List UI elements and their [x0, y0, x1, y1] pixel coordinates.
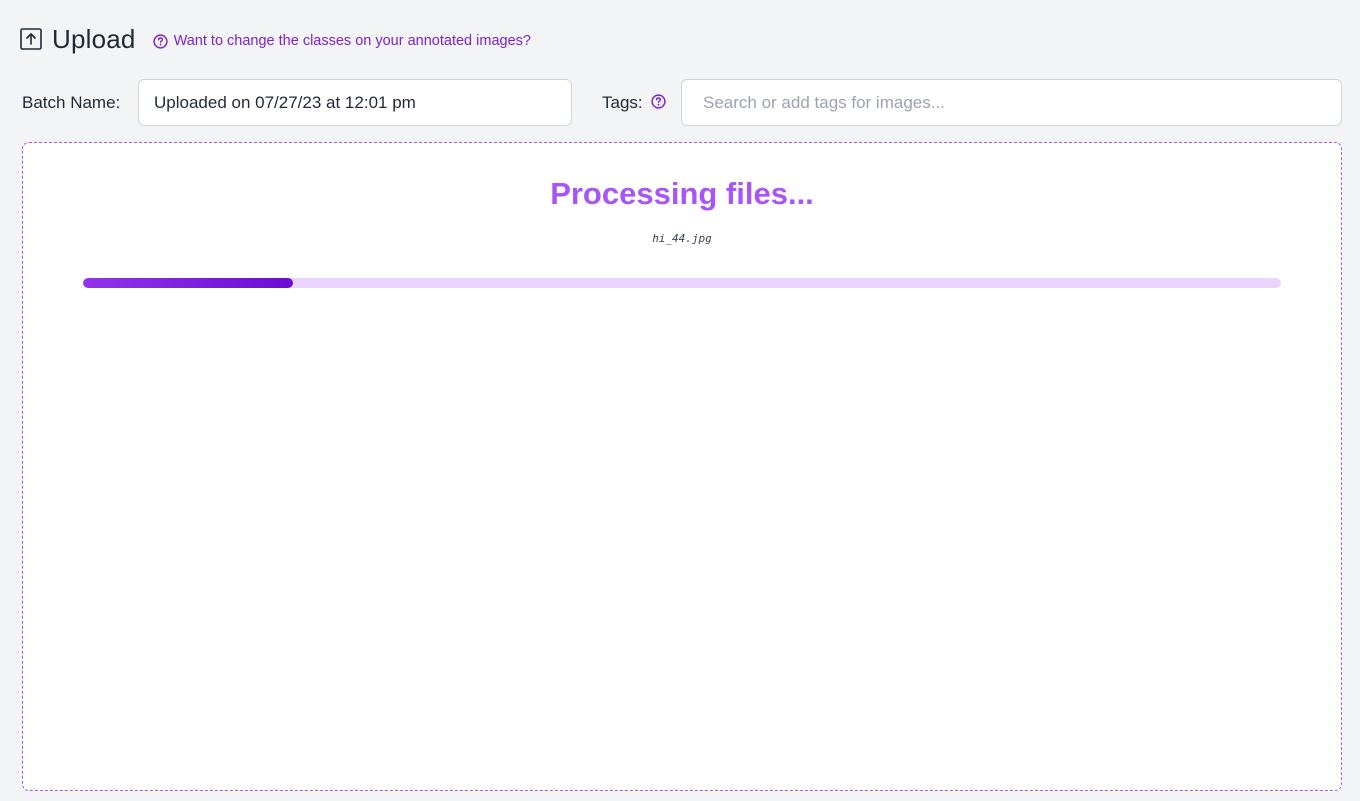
upload-form: Batch Name: Tags: [22, 79, 1342, 126]
processing-title: Processing files... [550, 176, 814, 211]
page-title: Upload [52, 23, 136, 54]
tags-input[interactable] [681, 79, 1342, 126]
upload-icon [20, 28, 42, 50]
tags-help-icon[interactable] [651, 94, 666, 109]
batch-name-label: Batch Name: [22, 93, 121, 112]
help-icon [152, 33, 168, 49]
progress-bar [83, 278, 1281, 288]
change-classes-help-link[interactable]: Want to change the classes on your annot… [152, 33, 531, 49]
tags-label: Tags: [602, 93, 643, 112]
current-file-name: hi_44.jpg [652, 232, 712, 245]
page-header: Upload Want to change the classes on you… [20, 22, 531, 56]
help-link-text: Want to change the classes on your annot… [173, 33, 531, 49]
progress-bar-fill [83, 278, 293, 288]
batch-name-input[interactable] [138, 79, 572, 126]
upload-dropzone[interactable]: Processing files... hi_44.jpg [22, 142, 1342, 791]
upload-page: Upload Want to change the classes on you… [0, 0, 1360, 801]
